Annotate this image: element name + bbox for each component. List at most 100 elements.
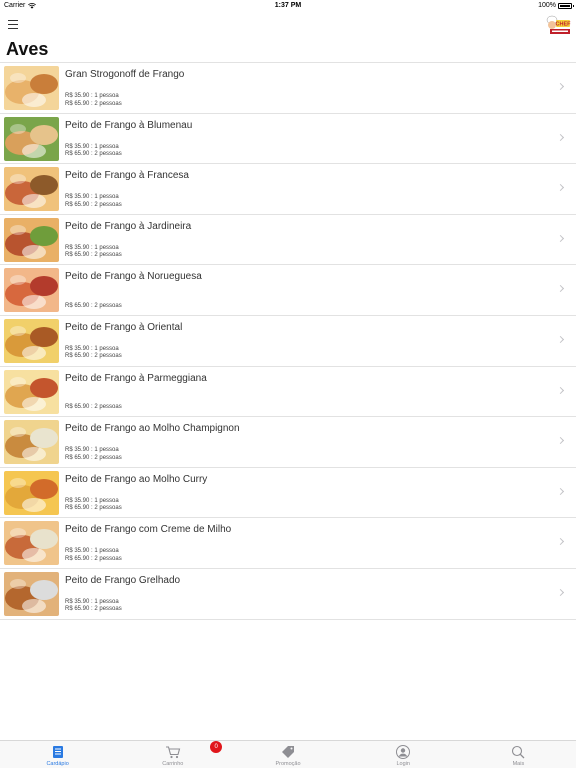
price-one-person: R$ 35.90 : 1 pessoa [65, 497, 119, 504]
dish-photo [4, 66, 59, 110]
dish-photo [4, 571, 59, 616]
tab-cardapio[interactable]: Cardápio [0, 741, 115, 768]
dish-row[interactable]: Peito de Frango ao Molho Curry R$ 35.90 … [0, 468, 576, 519]
dish-photo [4, 420, 59, 465]
price-one-person: R$ 35.90 : 1 pessoa [65, 548, 119, 555]
search-icon [512, 745, 525, 759]
dish-prices: R$ 35.90 : 1 pessoa R$ 65.90 : 2 pessoas [65, 599, 122, 614]
dish-photo [4, 318, 59, 363]
chevron-right-icon [556, 335, 565, 344]
tab-login[interactable]: Login [346, 741, 461, 768]
chevron-right-icon [556, 386, 565, 394]
dish-prices: R$ 35.90 : 1 pessoa R$ 65.90 : 2 pessoas [65, 346, 122, 361]
cart-badge: 0 [210, 741, 223, 753]
price-two-people: R$ 65.90 : 2 pessoas [65, 100, 122, 107]
dish-row[interactable]: Peito de Frango com Creme de Milho R$ 35… [0, 518, 576, 569]
dish-title: Peito de Frango à Francesa [65, 170, 189, 182]
price-two-people: R$ 65.90 : 2 pessoas [65, 353, 122, 360]
dish-row[interactable]: Peito de Frango à Norueguesa R$ 65.90 : … [0, 265, 576, 316]
battery-percent: 100% [538, 2, 556, 9]
svg-text:CHEF: CHEF [556, 22, 572, 28]
price-one-person [65, 295, 122, 303]
chevron-right-icon [556, 184, 565, 192]
tab-promocao[interactable]: Promoção [230, 741, 345, 768]
tab-label: Cardápio [46, 761, 69, 767]
dish-prices: R$ 35.90 : 1 pessoa R$ 65.90 : 2 pessoas [65, 447, 122, 462]
dish-prices: R$ 65.90 : 2 pessoas [65, 295, 122, 310]
dish-row[interactable]: Peito de Frango Grelhado R$ 35.90 : 1 pe… [0, 569, 576, 620]
price-one-person [65, 397, 122, 405]
dish-title: Peito de Frango à Jardineira [65, 220, 192, 232]
chevron-right-icon [556, 285, 565, 293]
tag-icon [282, 746, 294, 758]
dish-photo [4, 116, 59, 161]
price-two-people: R$ 65.90 : 2 pessoas [65, 302, 122, 309]
menu-list-icon [52, 746, 63, 758]
dish-row[interactable]: Peito de Frango à Parmeggiana R$ 65.90 :… [0, 367, 576, 418]
chevron-right-icon [556, 82, 565, 91]
dish-prices: R$ 35.90 : 1 pessoa R$ 65.90 : 2 pessoas [65, 144, 122, 159]
clock: 1:37 PM [274, 2, 302, 9]
dish-prices: R$ 35.90 : 1 pessoa R$ 65.90 : 2 pessoas [65, 93, 122, 108]
dish-photo [4, 167, 59, 212]
dish-row[interactable]: Gran Strogonoff de Frango R$ 35.90 : 1 p… [0, 63, 576, 114]
chevron-right-icon [556, 133, 565, 141]
dish-prices: R$ 65.90 : 2 pessoas [65, 397, 122, 412]
price-two-people: R$ 65.90 : 2 pessoas [65, 404, 122, 411]
dish-prices: R$ 35.90 : 1 pessoa R$ 65.90 : 2 pessoas [65, 498, 122, 513]
dish-row[interactable]: Peito de Frango ao Molho Champignon R$ 3… [0, 417, 576, 468]
chevron-right-icon [556, 437, 565, 445]
chef-logo: CHEF [546, 15, 572, 34]
dish-title: Peito de Frango ao Molho Curry [65, 473, 208, 485]
tab-bar: Cardápio Carrinho 0 Promoção Login Mais [0, 740, 576, 768]
tab-label: Login [396, 761, 410, 767]
chevron-right-icon [556, 487, 565, 495]
price-two-people: R$ 65.90 : 2 pessoas [65, 555, 122, 562]
dish-title: Peito de Frango Grelhado [65, 574, 181, 586]
dish-photo [4, 217, 59, 262]
price-two-people: R$ 65.90 : 2 pessoas [65, 252, 122, 259]
dish-title: Peito de Frango à Norueguesa [65, 271, 202, 283]
price-one-person: R$ 35.90 : 1 pessoa [65, 194, 119, 201]
status-bar: Carrier 1:37 PM 100% [0, 0, 576, 12]
battery-status: 100% [538, 2, 574, 9]
tab-mais[interactable]: Mais [461, 741, 576, 768]
user-icon [396, 745, 411, 759]
dish-prices: R$ 35.90 : 1 pessoa R$ 65.90 : 2 pessoas [65, 548, 122, 563]
tab-label: Mais [512, 761, 525, 767]
dish-photo [4, 369, 59, 414]
dish-prices: R$ 35.90 : 1 pessoa R$ 65.90 : 2 pessoas [65, 194, 122, 209]
dish-title: Peito de Frango ao Molho Champignon [65, 423, 240, 435]
dish-title: Peito de Frango à Oriental [65, 321, 183, 333]
hamburger-menu-button[interactable] [8, 19, 21, 31]
navigation-bar: CHEF [0, 12, 576, 38]
tab-carrinho[interactable]: Carrinho 0 [115, 741, 230, 768]
dish-list: Gran Strogonoff de Frango R$ 35.90 : 1 p… [0, 62, 576, 620]
price-one-person: R$ 35.90 : 1 pessoa [65, 244, 119, 251]
price-one-person: R$ 35.90 : 1 pessoa [65, 345, 119, 352]
chevron-right-icon [556, 538, 565, 546]
dish-row[interactable]: Peito de Frango à Francesa R$ 35.90 : 1 … [0, 164, 576, 215]
price-one-person: R$ 35.90 : 1 pessoa [65, 447, 119, 454]
dish-row[interactable]: Peito de Frango à Blumenau R$ 35.90 : 1 … [0, 114, 576, 165]
price-two-people: R$ 65.90 : 2 pessoas [65, 505, 122, 512]
dish-row[interactable]: Peito de Frango à Jardineira R$ 35.90 : … [0, 215, 576, 266]
price-two-people: R$ 65.90 : 2 pessoas [65, 201, 122, 208]
dish-photo [4, 268, 59, 313]
dish-title: Peito de Frango à Blumenau [65, 119, 193, 131]
dish-title: Peito de Frango com Creme de Milho [65, 524, 232, 536]
price-one-person: R$ 35.90 : 1 pessoa [65, 598, 119, 605]
price-two-people: R$ 65.90 : 2 pessoas [65, 151, 122, 158]
tab-label: Promoção [275, 761, 301, 767]
price-two-people: R$ 65.90 : 2 pessoas [65, 454, 122, 461]
price-one-person: R$ 35.90 : 1 pessoa [65, 143, 119, 150]
price-one-person: R$ 35.90 : 1 pessoa [65, 93, 119, 99]
page-title: Aves [6, 39, 49, 59]
dish-row[interactable]: Peito de Frango à Oriental R$ 35.90 : 1 … [0, 316, 576, 367]
chevron-right-icon [556, 234, 565, 242]
dish-prices: R$ 35.90 : 1 pessoa R$ 65.90 : 2 pessoas [65, 245, 122, 260]
price-two-people: R$ 65.90 : 2 pessoas [65, 606, 122, 613]
cart-icon [165, 746, 181, 759]
dish-photo [4, 521, 59, 566]
dish-title: Gran Strogonoff de Frango [65, 69, 185, 80]
